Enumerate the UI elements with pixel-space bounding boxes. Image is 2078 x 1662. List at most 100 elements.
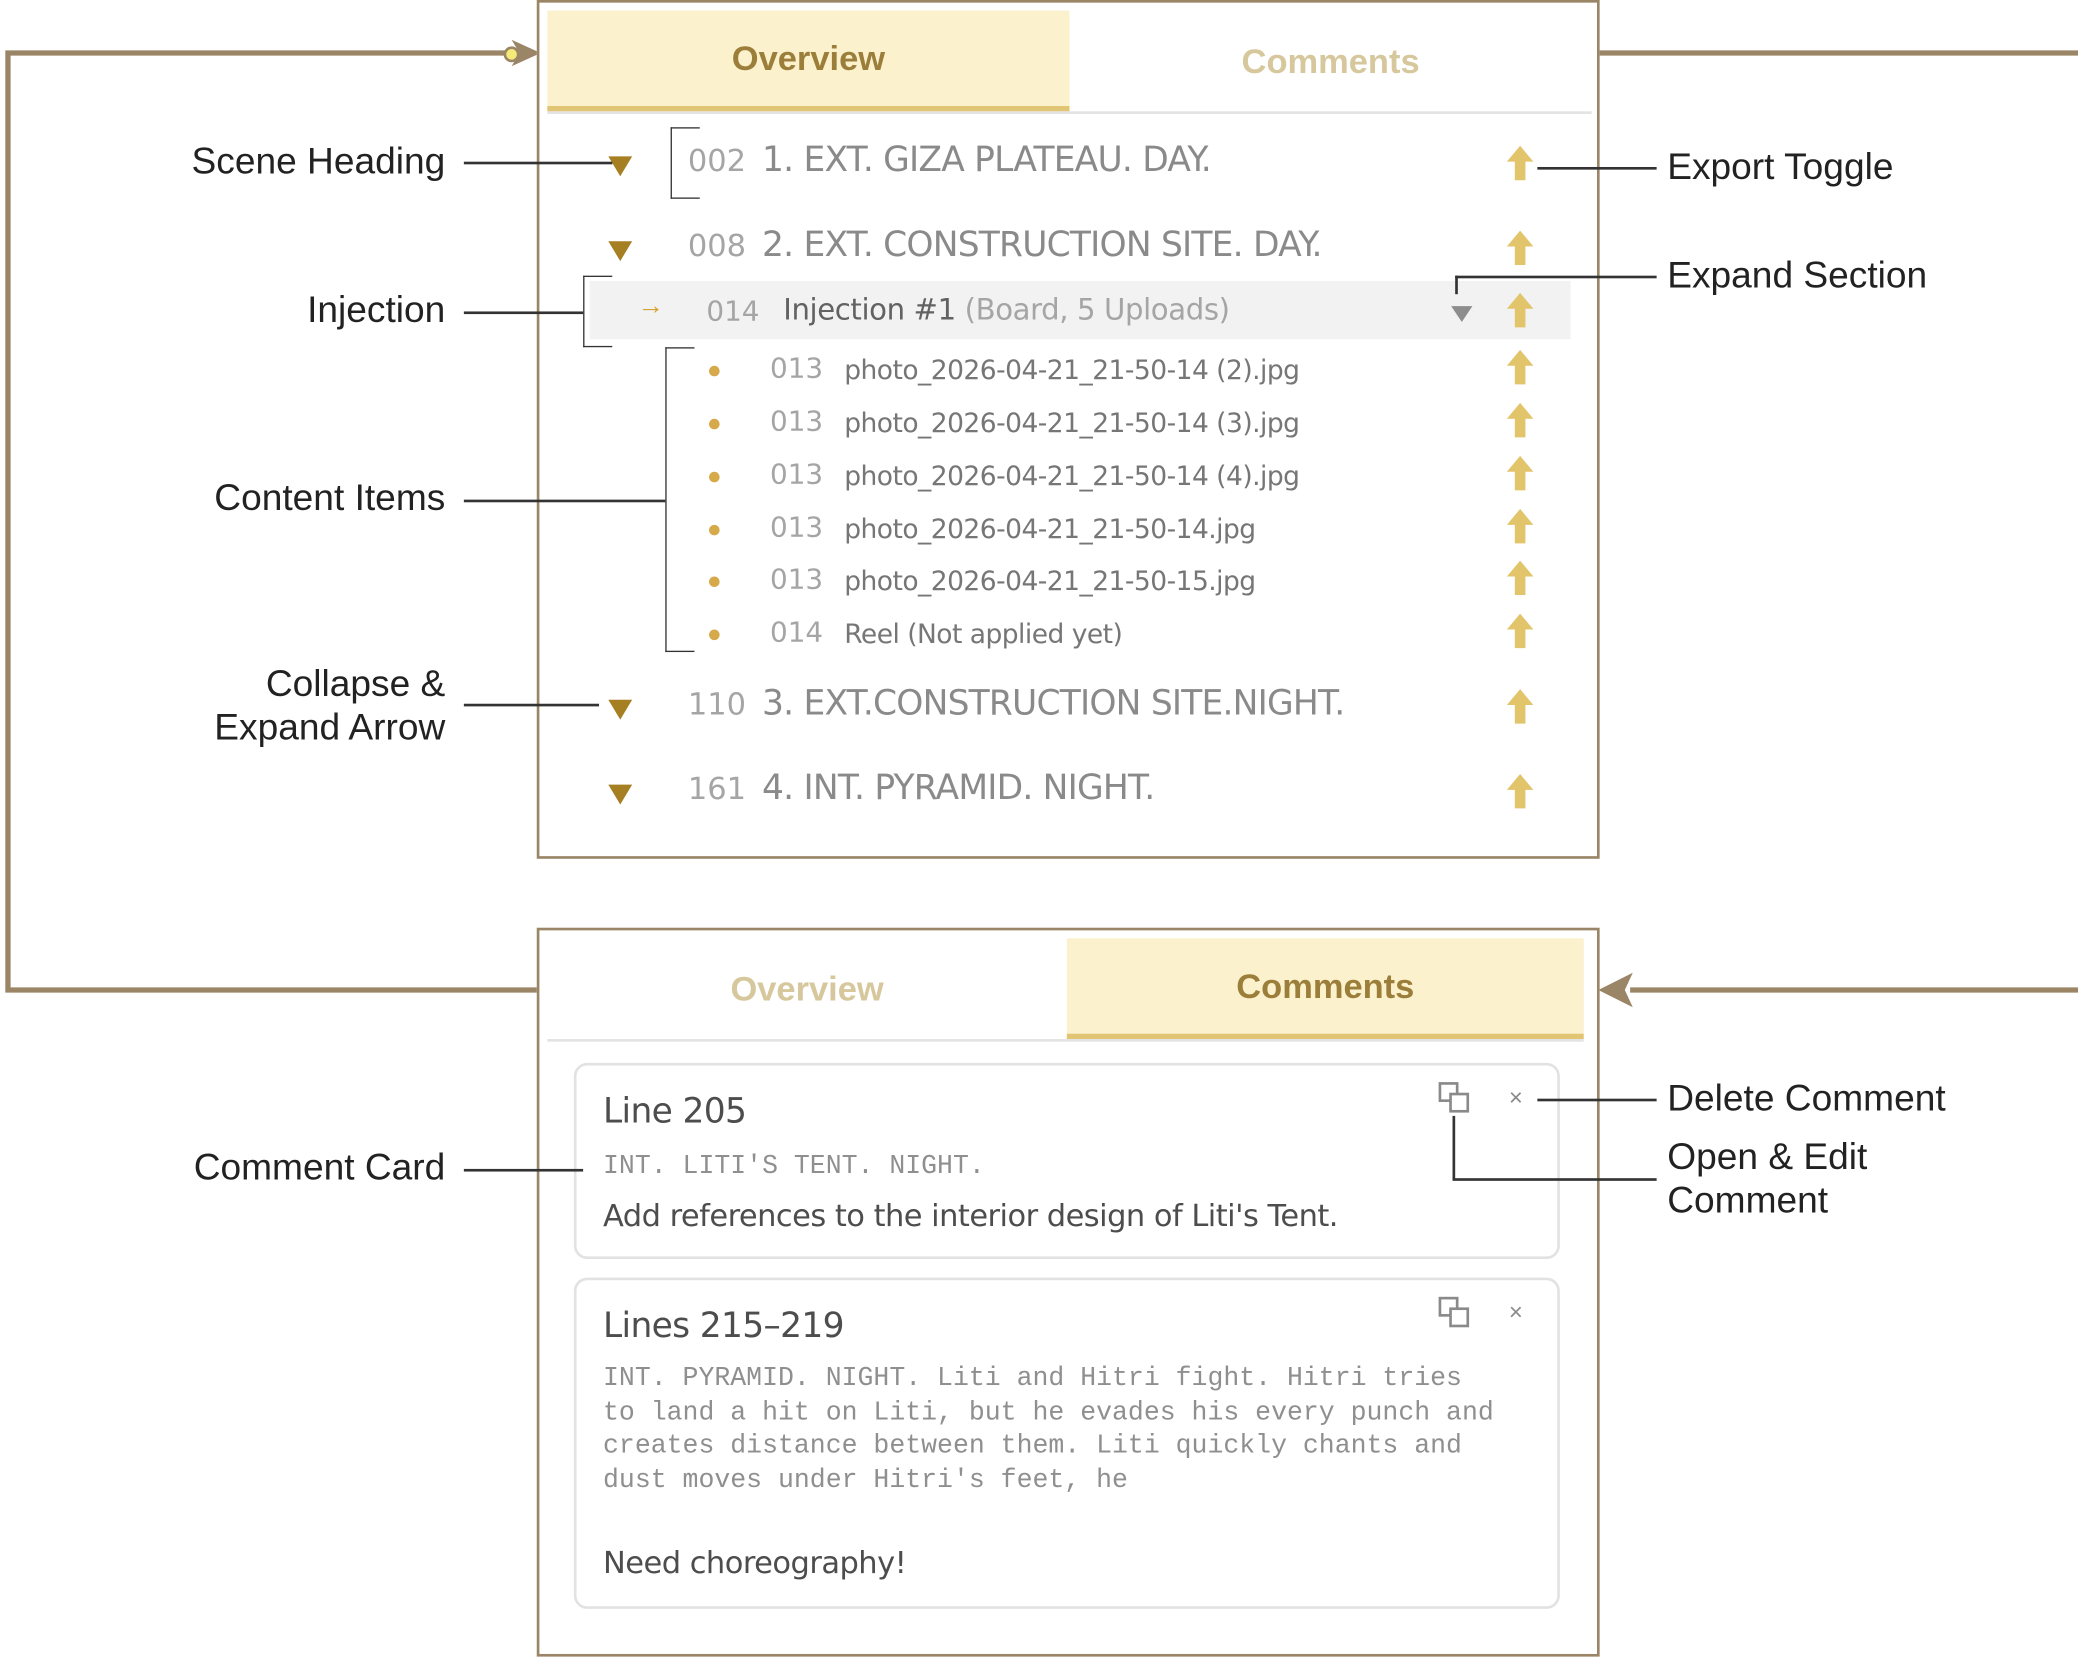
item-number: 013 xyxy=(769,405,824,438)
export-toggle-icon[interactable] xyxy=(1506,229,1535,266)
bullet-icon xyxy=(709,471,720,483)
scene-number: 008 xyxy=(687,229,747,264)
content-item[interactable]: 013 photo_2026-04-21_21-50-14 (2).jpg xyxy=(539,349,1597,402)
content-item[interactable]: 013 photo_2026-04-21_21-50-14 (4).jpg xyxy=(539,455,1597,508)
tab-comments[interactable]: Comments xyxy=(1066,938,1584,1040)
bracket xyxy=(670,127,700,199)
item-name: photo_2026-04-21_21-50-14 (4).jpg xyxy=(844,459,1300,492)
leader-line xyxy=(1537,166,1657,169)
bracket xyxy=(665,347,695,653)
bullet-icon xyxy=(709,524,720,536)
export-toggle-icon[interactable] xyxy=(1506,144,1535,181)
label-open-edit: Open & Edit xyxy=(1667,1135,1868,1177)
item-number: 013 xyxy=(769,458,824,491)
injection-row[interactable]: → 014 Injection #1 (Board, 5 Uploads) xyxy=(589,280,1571,340)
tab-overview[interactable]: Overview xyxy=(547,938,1067,1039)
tab-divider xyxy=(547,111,1592,114)
export-toggle-icon[interactable] xyxy=(1506,559,1535,596)
scene-heading-row[interactable]: 008 2. EXT. CONSTRUCTION SITE. DAY. xyxy=(539,224,1597,277)
label-injection: Injection xyxy=(307,288,446,330)
bracket xyxy=(583,275,613,348)
collapse-arrow-icon[interactable] xyxy=(608,241,633,262)
export-toggle-icon[interactable] xyxy=(1506,688,1535,725)
bullet-icon xyxy=(709,365,720,377)
export-toggle-icon[interactable] xyxy=(1506,612,1535,649)
export-toggle-icon[interactable] xyxy=(1506,773,1535,810)
label-collapse-expand-2: Expand Arrow xyxy=(214,706,446,748)
export-toggle-icon[interactable] xyxy=(1506,402,1535,439)
collapse-arrow-icon[interactable] xyxy=(608,784,633,805)
leader-line xyxy=(1452,1178,1657,1181)
label-collapse-expand: Collapse & xyxy=(265,662,446,704)
content-item[interactable]: 013 photo_2026-04-21_21-50-15.jpg xyxy=(539,559,1597,612)
leader-line xyxy=(463,499,666,502)
bullet-icon xyxy=(709,576,720,588)
label-scene-heading: Scene Heading xyxy=(191,140,446,182)
label-export-toggle: Export Toggle xyxy=(1667,145,1894,187)
tab-bar: Overview Comments xyxy=(547,938,1584,1042)
expand-section-icon[interactable] xyxy=(1451,306,1473,323)
tab-overview[interactable]: Overview xyxy=(547,10,1070,112)
comment-line-ref: Lines 215–219 xyxy=(603,1306,845,1347)
comment-card[interactable]: Line 205 INT. LITI'S TENT. NIGHT. Add re… xyxy=(573,1062,1560,1260)
bullet-icon xyxy=(709,418,720,430)
scene-title: 1. EXT. GIZA PLATEAU. DAY. xyxy=(762,140,1212,181)
item-number: 013 xyxy=(769,352,824,385)
leader-line xyxy=(463,311,584,314)
close-icon[interactable]: × xyxy=(1509,1299,1523,1327)
label-open-edit-2: Comment xyxy=(1667,1179,1829,1221)
injection-title: Injection #1 (Board, 5 Uploads) xyxy=(783,294,1230,328)
item-number: 013 xyxy=(769,563,824,596)
close-icon[interactable]: × xyxy=(1509,1084,1523,1112)
export-toggle-icon[interactable] xyxy=(1506,292,1535,329)
injection-meta: (Board, 5 Uploads) xyxy=(964,294,1230,328)
leader-line xyxy=(463,1168,584,1171)
comments-panel: Overview Comments Line 205 INT. LITI'S T… xyxy=(536,927,1600,1657)
injection-number: 014 xyxy=(706,295,760,328)
item-name: photo_2026-04-21_21-50-14.jpg xyxy=(844,512,1256,545)
collapse-arrow-icon[interactable] xyxy=(608,699,633,720)
content-item[interactable]: 013 photo_2026-04-21_21-50-14 (3).jpg xyxy=(539,402,1597,455)
item-number: 013 xyxy=(769,511,824,544)
injection-arrow-icon: → xyxy=(637,291,664,321)
comment-card[interactable]: Lines 215–219 INT. PYRAMID. NIGHT. Liti … xyxy=(573,1277,1560,1609)
comment-text: Need choreography! xyxy=(603,1546,907,1582)
item-name: Reel (Not applied yet) xyxy=(844,617,1123,650)
export-toggle-icon[interactable] xyxy=(1506,455,1535,492)
leader-line xyxy=(1455,275,1657,278)
leader-line xyxy=(1455,275,1458,295)
leader-line xyxy=(463,161,613,164)
content-item[interactable]: 013 photo_2026-04-21_21-50-14.jpg xyxy=(539,508,1597,561)
item-name: photo_2026-04-21_21-50-14 (3).jpg xyxy=(844,406,1300,439)
label-delete-comment: Delete Comment xyxy=(1667,1077,1946,1119)
leader-line xyxy=(463,703,600,706)
scene-heading-row[interactable]: 110 3. EXT.CONSTRUCTION SITE.NIGHT. xyxy=(539,683,1597,736)
item-number: 014 xyxy=(769,616,824,649)
scene-number: 161 xyxy=(687,772,747,808)
scene-title: 3. EXT.CONSTRUCTION SITE.NIGHT. xyxy=(762,683,1345,724)
comment-script-excerpt: INT. PYRAMID. NIGHT. Liti and Hitri figh… xyxy=(603,1363,1510,1496)
export-toggle-icon[interactable] xyxy=(1506,508,1535,545)
item-name: photo_2026-04-21_21-50-14 (2).jpg xyxy=(844,353,1300,386)
annotated-ui-diagram: Overview Comments 002 1. EXT. GIZA PLATE… xyxy=(0,0,2078,1662)
injection-name: Injection #1 xyxy=(783,294,956,328)
open-edit-icon[interactable] xyxy=(1438,1081,1472,1115)
comment-script-excerpt: INT. LITI'S TENT. NIGHT. xyxy=(603,1151,985,1183)
collapse-arrow-icon[interactable] xyxy=(608,156,633,177)
tab-divider xyxy=(547,1039,1584,1042)
scene-heading-row[interactable]: 161 4. INT. PYRAMID. NIGHT. xyxy=(539,767,1597,820)
label-comment-card: Comment Card xyxy=(193,1146,446,1188)
scene-number: 110 xyxy=(687,687,747,723)
comment-text: Add references to the interior design of… xyxy=(603,1199,1338,1234)
leader-line xyxy=(1537,1098,1657,1101)
leader-line xyxy=(1452,1115,1455,1180)
scene-title: 4. INT. PYRAMID. NIGHT. xyxy=(762,768,1155,809)
comment-line-ref: Line 205 xyxy=(603,1092,747,1132)
open-edit-icon[interactable] xyxy=(1438,1296,1472,1330)
label-expand-section: Expand Section xyxy=(1667,254,1928,296)
bullet-icon xyxy=(709,629,720,641)
item-name: photo_2026-04-21_21-50-15.jpg xyxy=(844,564,1256,597)
content-item[interactable]: 014 Reel (Not applied yet) xyxy=(539,612,1597,665)
tab-comments[interactable]: Comments xyxy=(1070,11,1592,112)
export-toggle-icon[interactable] xyxy=(1506,349,1535,386)
